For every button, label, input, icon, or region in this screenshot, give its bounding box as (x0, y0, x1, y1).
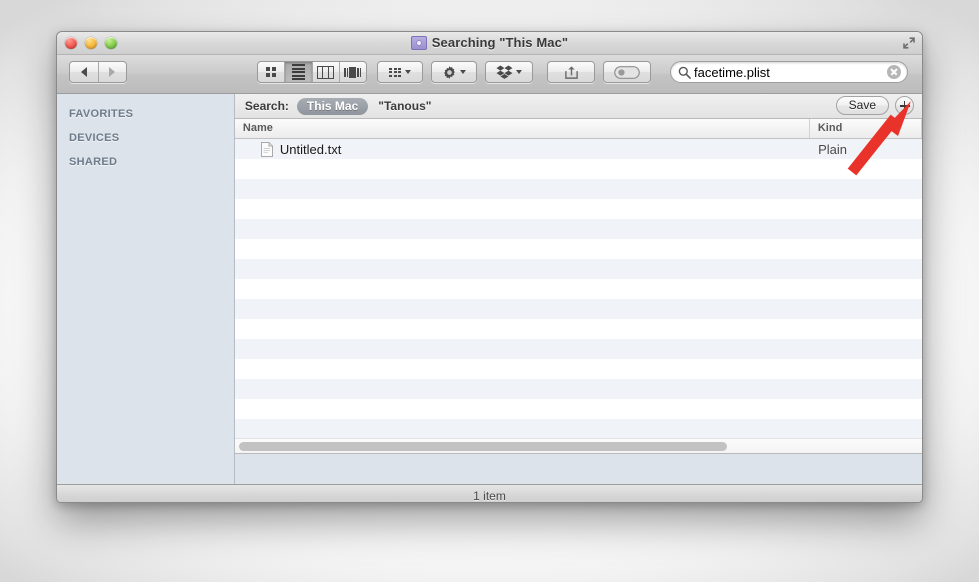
gear-icon (444, 65, 455, 79)
grid-icon (266, 67, 277, 77)
arrange-button[interactable] (377, 61, 423, 83)
empty-row (234, 419, 922, 439)
smart-folder-icon (410, 35, 427, 50)
navigation-buttons (69, 61, 127, 83)
share-button[interactable] (547, 61, 595, 83)
title-bar: Searching "This Mac" (57, 32, 922, 55)
tag-pill-icon (614, 65, 640, 79)
window-title: Searching "This Mac" (57, 35, 922, 53)
search-scope-label: Search: (244, 99, 289, 113)
empty-row (235, 159, 922, 179)
lines-icon (291, 64, 305, 80)
sidebar-section-shared[interactable]: SHARED (57, 150, 234, 174)
coverflow-view-button[interactable] (340, 62, 366, 82)
clear-circle-icon[interactable] (887, 65, 901, 79)
content-bottom-filler (234, 453, 922, 484)
window-title-text: Searching "This Mac" (431, 35, 569, 50)
empty-row (234, 339, 922, 359)
empty-row (235, 399, 922, 419)
empty-row (235, 239, 922, 259)
horizontal-scrollbar[interactable] (234, 438, 922, 454)
empty-row (235, 359, 922, 379)
column-header-row: Name Kind (234, 119, 922, 139)
empty-row (234, 379, 922, 399)
empty-row (235, 319, 922, 339)
content-area: Search: This Mac "Tanous" Save Name Kind (234, 94, 922, 484)
arrange-grid-icon (389, 67, 401, 77)
file-name-cell: Untitled.txt (235, 141, 810, 157)
magnifier-icon (678, 66, 691, 79)
scrollbar-thumb[interactable] (238, 442, 727, 451)
icon-view-button[interactable] (258, 62, 286, 82)
plus-circle-icon[interactable] (895, 96, 914, 115)
scope-bar-actions: Save (835, 96, 914, 115)
file-kind-cell: Plain (818, 141, 848, 157)
sidebar-section-devices[interactable]: DEVICES (57, 126, 234, 150)
text-document-icon (260, 141, 273, 157)
fullscreen-arrows-icon[interactable] (902, 36, 916, 50)
save-button[interactable]: Save (835, 96, 889, 115)
search-input[interactable]: facetime.plist (694, 65, 887, 80)
chevron-down-icon (516, 70, 522, 74)
action-menu-button[interactable] (431, 61, 477, 83)
scope-option-this-mac[interactable]: This Mac (296, 97, 369, 115)
columns-icon (317, 65, 335, 79)
empty-row (234, 299, 922, 319)
column-name[interactable]: Name (235, 119, 810, 138)
column-kind[interactable]: Kind (810, 119, 922, 138)
view-mode-group (257, 61, 367, 83)
empty-row (234, 259, 922, 279)
coverflow-icon (344, 66, 362, 78)
scope-option-tanous[interactable]: "Tanous" (378, 99, 431, 113)
column-view-button[interactable] (313, 62, 340, 82)
tag-button[interactable] (603, 61, 651, 83)
share-arrow-icon (564, 65, 578, 79)
empty-row (235, 199, 922, 219)
file-name-text: Untitled.txt (279, 141, 342, 157)
empty-row (234, 179, 922, 199)
search-scope-bar: Search: This Mac "Tanous" Save (234, 94, 922, 119)
window-body: FAVORITES DEVICES SHARED Search: This Ma… (57, 94, 922, 484)
empty-row (234, 219, 922, 239)
finder-window: Searching "This Mac" facetime.plist FAVO… (56, 31, 923, 503)
status-bar: 1 item (57, 484, 922, 503)
file-list: Untitled.txt Plain (234, 139, 922, 479)
list-view-button[interactable] (285, 62, 313, 82)
dropbox-button[interactable] (485, 61, 533, 83)
sidebar-section-favorites[interactable]: FAVORITES (57, 102, 234, 126)
search-field[interactable]: facetime.plist (670, 61, 908, 83)
forward-arrow-icon (109, 67, 116, 77)
forward-button[interactable] (99, 62, 127, 82)
dropbox-icon (496, 65, 513, 79)
chevron-down-icon (405, 70, 411, 74)
item-count-text: 1 item (473, 489, 506, 503)
back-arrow-icon (80, 67, 87, 77)
back-button[interactable] (70, 62, 99, 82)
sidebar: FAVORITES DEVICES SHARED (57, 94, 235, 484)
empty-row (235, 279, 922, 299)
chevron-down-icon (460, 70, 466, 74)
toolbar: facetime.plist (57, 55, 922, 94)
table-row[interactable]: Untitled.txt Plain (234, 139, 922, 159)
